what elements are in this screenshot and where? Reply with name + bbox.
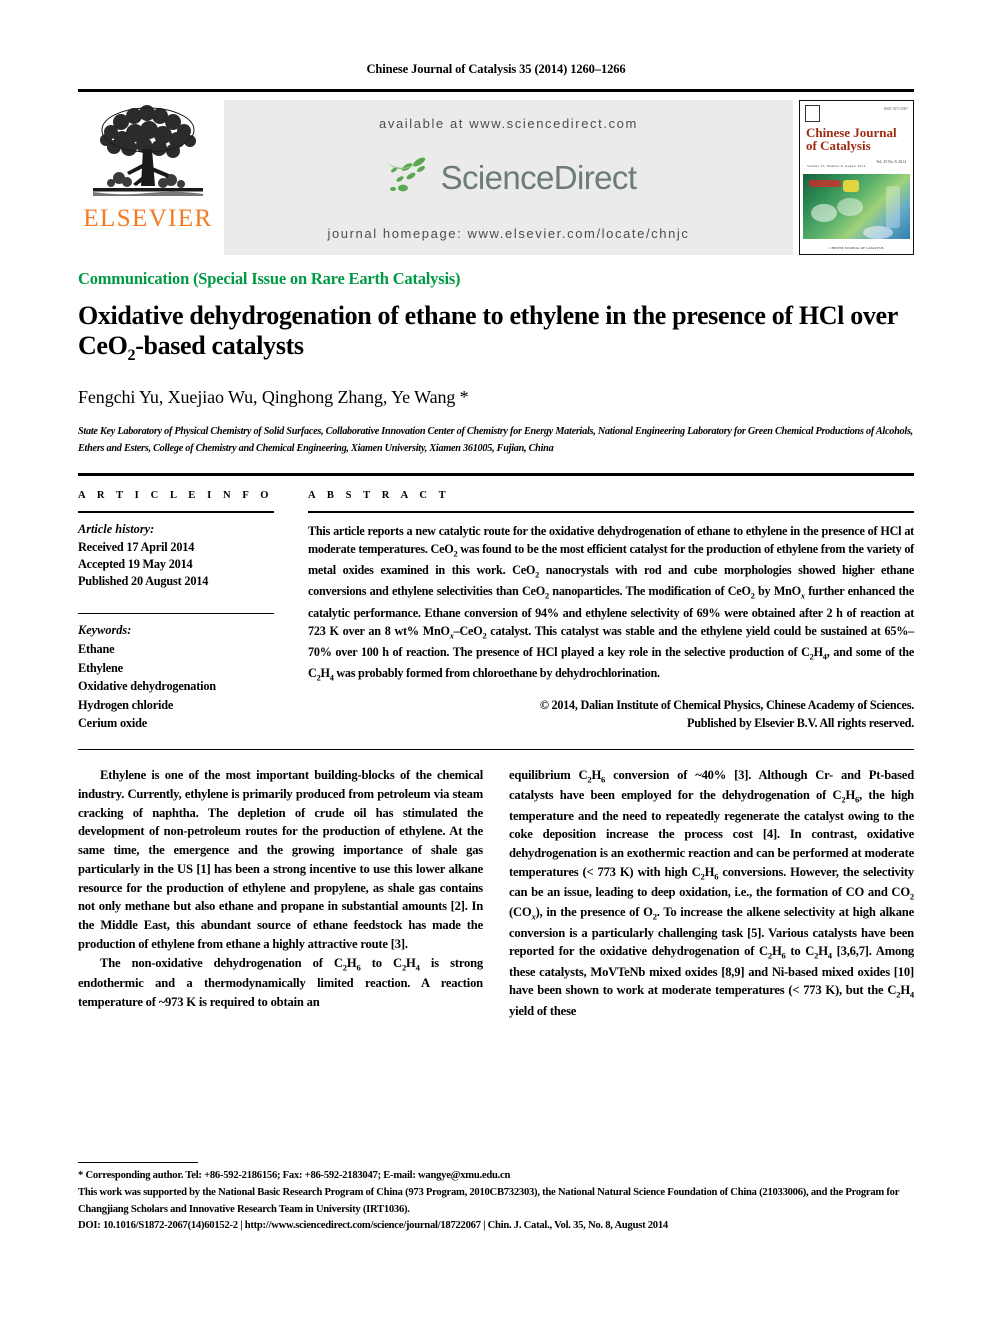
sciencedirect-leaf-icon [386, 157, 425, 192]
sciencedirect-wordmark: ScienceDirect [440, 159, 637, 196]
body-paragraph: Ethylene is one of the most important bu… [78, 768, 483, 951]
keyword-item: Hydrogen chloride [78, 697, 174, 712]
abstract-body: This article reports a new catalytic rou… [308, 523, 914, 683]
paper-page: Chinese Journal of Catalysis 35 (2014) 1… [0, 0, 992, 1323]
abstract-bottom-rule [78, 748, 914, 751]
page-title: Oxidative dehydrogenation of ethane to e… [78, 301, 914, 366]
author-list: Fengchi Yu, Xuejiao Wu, Qinghong Zhang, … [78, 387, 469, 408]
abstract-column: A B S T R A C T This article reports a n… [308, 490, 914, 733]
info-abstract-section: A R T I C L E I N F O Article history: R… [78, 476, 914, 733]
keyword-item: Cerium oxide [78, 716, 147, 731]
history-published: Published 20 August 2014 [78, 574, 209, 589]
footer-rule [78, 1162, 198, 1164]
title-block: Communication (Special Issue on Rare Ear… [78, 269, 914, 458]
title-part2: -based catalysts [135, 331, 304, 361]
doi-note: DOI: 10.1016/S1872-2067(14)60152-2 | htt… [78, 1220, 668, 1232]
article-type-label: Communication (Special Issue on Rare Ear… [78, 268, 461, 288]
keyword-item: Ethylene [78, 660, 123, 675]
affiliation: State Key Laboratory of Physical Chemist… [78, 426, 913, 454]
sciencedirect-logo: ScienceDirect [381, 155, 637, 201]
abstract-rule [308, 510, 914, 513]
elsevier-mini-logo-icon [805, 104, 820, 122]
cover-issn: ISSN 1872-2067 [883, 106, 908, 111]
abstract-heading: A B S T R A C T [308, 489, 451, 501]
body-right-column: equilibrium C2H6 conversion of ~40% [3].… [509, 766, 914, 1020]
copyright-notice: © 2014, Dalian Institute of Chemical Phy… [308, 696, 914, 733]
elsevier-tree-icon [93, 104, 203, 196]
cover-footer-note: CHINESE JOURNAL OF CATALYSIS [829, 245, 884, 250]
copyright-line-1: © 2014, Dalian Institute of Chemical Phy… [539, 697, 914, 712]
history-accepted: Accepted 19 May 2014 [78, 556, 193, 571]
article-history-label: Article history: [78, 521, 155, 536]
cover-subnote: Volume 35, Number 8, August 2014 [807, 163, 866, 168]
article-info-heading: A R T I C L E I N F O [78, 489, 274, 501]
available-at-text: available at www.sciencedirect.com [379, 115, 638, 131]
masthead: ELSEVIER available at www.sciencedirect.… [78, 99, 914, 255]
cover-title-line1: Chinese Journal [806, 124, 897, 140]
body-paragraph: The non-oxidative dehydrogenation of C2H… [78, 955, 483, 1009]
copyright-line-2: Published by Elsevier B.V. All rights re… [687, 715, 914, 730]
header-rule [78, 89, 914, 92]
article-info-column: A R T I C L E I N F O Article history: R… [78, 490, 308, 733]
cover-volume-note: Vol. 35 No. 8, 2014 [876, 159, 906, 164]
article-info-rule [78, 510, 274, 513]
publisher-logo: ELSEVIER [78, 100, 218, 255]
keyword-item: Oxidative dehydrogenation [78, 679, 216, 694]
corresponding-author-note: * Corresponding author. Tel: +86-592-218… [78, 1170, 511, 1182]
body-text: Ethylene is one of the most important bu… [78, 766, 914, 1020]
keywords-rule [78, 612, 274, 615]
body-paragraph: equilibrium C2H6 conversion of ~40% [3].… [509, 768, 914, 1018]
cover-title: Chinese Journal of Catalysis [806, 124, 897, 154]
keywords-label: Keywords: [78, 623, 132, 638]
cover-artwork [803, 173, 910, 239]
keyword-item: Ethane [78, 642, 115, 657]
page-footer: * Corresponding author. Tel: +86-592-218… [78, 1162, 914, 1235]
history-received: Received 17 April 2014 [78, 539, 195, 554]
body-left-column: Ethylene is one of the most important bu… [78, 766, 483, 1020]
funding-note: This work was supported by the National … [78, 1186, 899, 1215]
publisher-name: ELSEVIER [83, 204, 213, 232]
sciencedirect-banner: available at www.sciencedirect.com Scien… [224, 99, 793, 255]
journal-homepage-text: journal homepage: www.elsevier.com/locat… [327, 225, 690, 241]
running-head: Chinese Journal of Catalysis 35 (2014) 1… [366, 62, 626, 76]
journal-cover-thumbnail: ISSN 1872-2067 Chinese Journal of Cataly… [799, 99, 914, 255]
cover-title-line2: of Catalysis [806, 138, 871, 154]
